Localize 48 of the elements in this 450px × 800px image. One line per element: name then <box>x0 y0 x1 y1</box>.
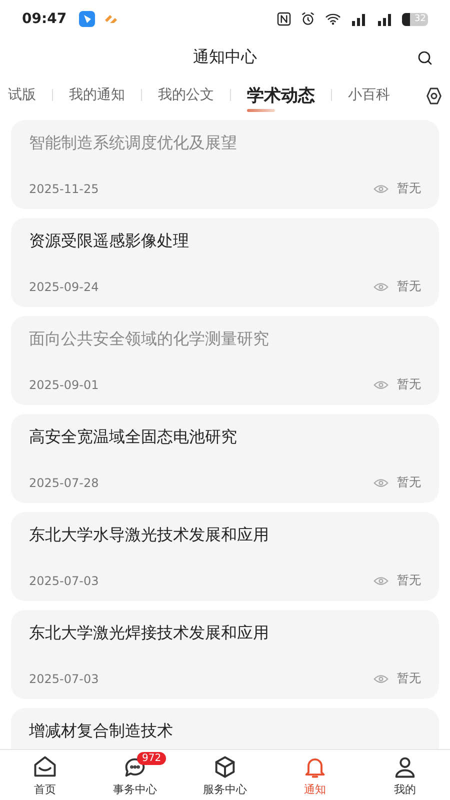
category-tab[interactable]: 小百科 <box>332 76 406 114</box>
category-tab[interactable]: 学术动态 <box>231 76 331 114</box>
nav-tab[interactable]: 首页 <box>0 750 90 800</box>
article-date: 2025-11-25 <box>29 182 100 196</box>
view-count: 暂无 <box>397 376 421 393</box>
article-date: 2025-09-01 <box>29 378 100 392</box>
app-icon <box>78 11 95 27</box>
alarm-icon <box>300 11 316 27</box>
nav-tab[interactable]: 事务中心 972 <box>90 750 180 800</box>
view-count: 暂无 <box>397 572 421 589</box>
signal-icon <box>376 12 394 26</box>
view-count: 暂无 <box>397 474 421 491</box>
settings-icon <box>424 86 444 106</box>
notification-badge: 972 <box>137 752 166 765</box>
article-card[interactable]: 面向公共安全领域的化学测量研究 2025-09-01 暂无 <box>11 316 439 405</box>
article-title: 资源受限遥感影像处理 <box>29 231 190 252</box>
article-date: 2025-07-03 <box>29 672 100 686</box>
view-count: 暂无 <box>397 278 421 295</box>
article-card[interactable]: 东北大学激光焊接技术发展和应用 2025-07-03 暂无 <box>11 610 439 699</box>
article-title: 面向公共安全领域的化学测量研究 <box>29 329 270 350</box>
nav-tab[interactable]: 我的 <box>360 750 450 800</box>
article-title: 高安全宽温域全固态电池研究 <box>29 427 238 448</box>
nav-tab[interactable]: 通知 <box>270 750 360 800</box>
article-title: 增减材复合制造技术 <box>29 721 174 742</box>
article-title: 智能制造系统调度优化及展望 <box>29 133 238 154</box>
article-card[interactable]: 资源受限遥感影像处理 2025-09-24 暂无 <box>11 218 439 307</box>
article-card[interactable]: 智能制造系统调度优化及展望 2025-11-25 暂无 <box>11 120 439 209</box>
category-tab[interactable]: 我的公文 <box>142 76 230 114</box>
article-date: 2025-07-28 <box>29 476 100 490</box>
article-date: 2025-07-03 <box>29 574 100 588</box>
article-date: 2025-09-24 <box>29 280 100 294</box>
article-card[interactable]: 东北大学水导激光技术发展和应用 2025-07-03 暂无 <box>11 512 439 601</box>
signal-icon <box>350 12 368 26</box>
category-tab[interactable]: 我的通知 <box>53 76 141 114</box>
nav-tab[interactable]: 服务中心 <box>180 750 270 800</box>
envelope-icon <box>32 754 58 780</box>
search-icon <box>416 49 434 67</box>
article-card[interactable]: 增减材复合制造技术 <box>11 708 439 749</box>
article-card[interactable]: 高安全宽温域全固态电池研究 2025-07-28 暂无 <box>11 414 439 503</box>
article-title: 东北大学激光焊接技术发展和应用 <box>29 623 270 644</box>
nfc-icon <box>276 11 292 27</box>
wifi-icon <box>324 11 342 27</box>
page-title: 通知中心 <box>193 46 257 68</box>
view-count: 暂无 <box>397 180 421 197</box>
view-count: 暂无 <box>397 670 421 687</box>
category-tab[interactable]: 试版 <box>0 76 52 114</box>
clock-time: 09:47 <box>22 11 67 27</box>
article-title: 东北大学水导激光技术发展和应用 <box>29 525 270 546</box>
